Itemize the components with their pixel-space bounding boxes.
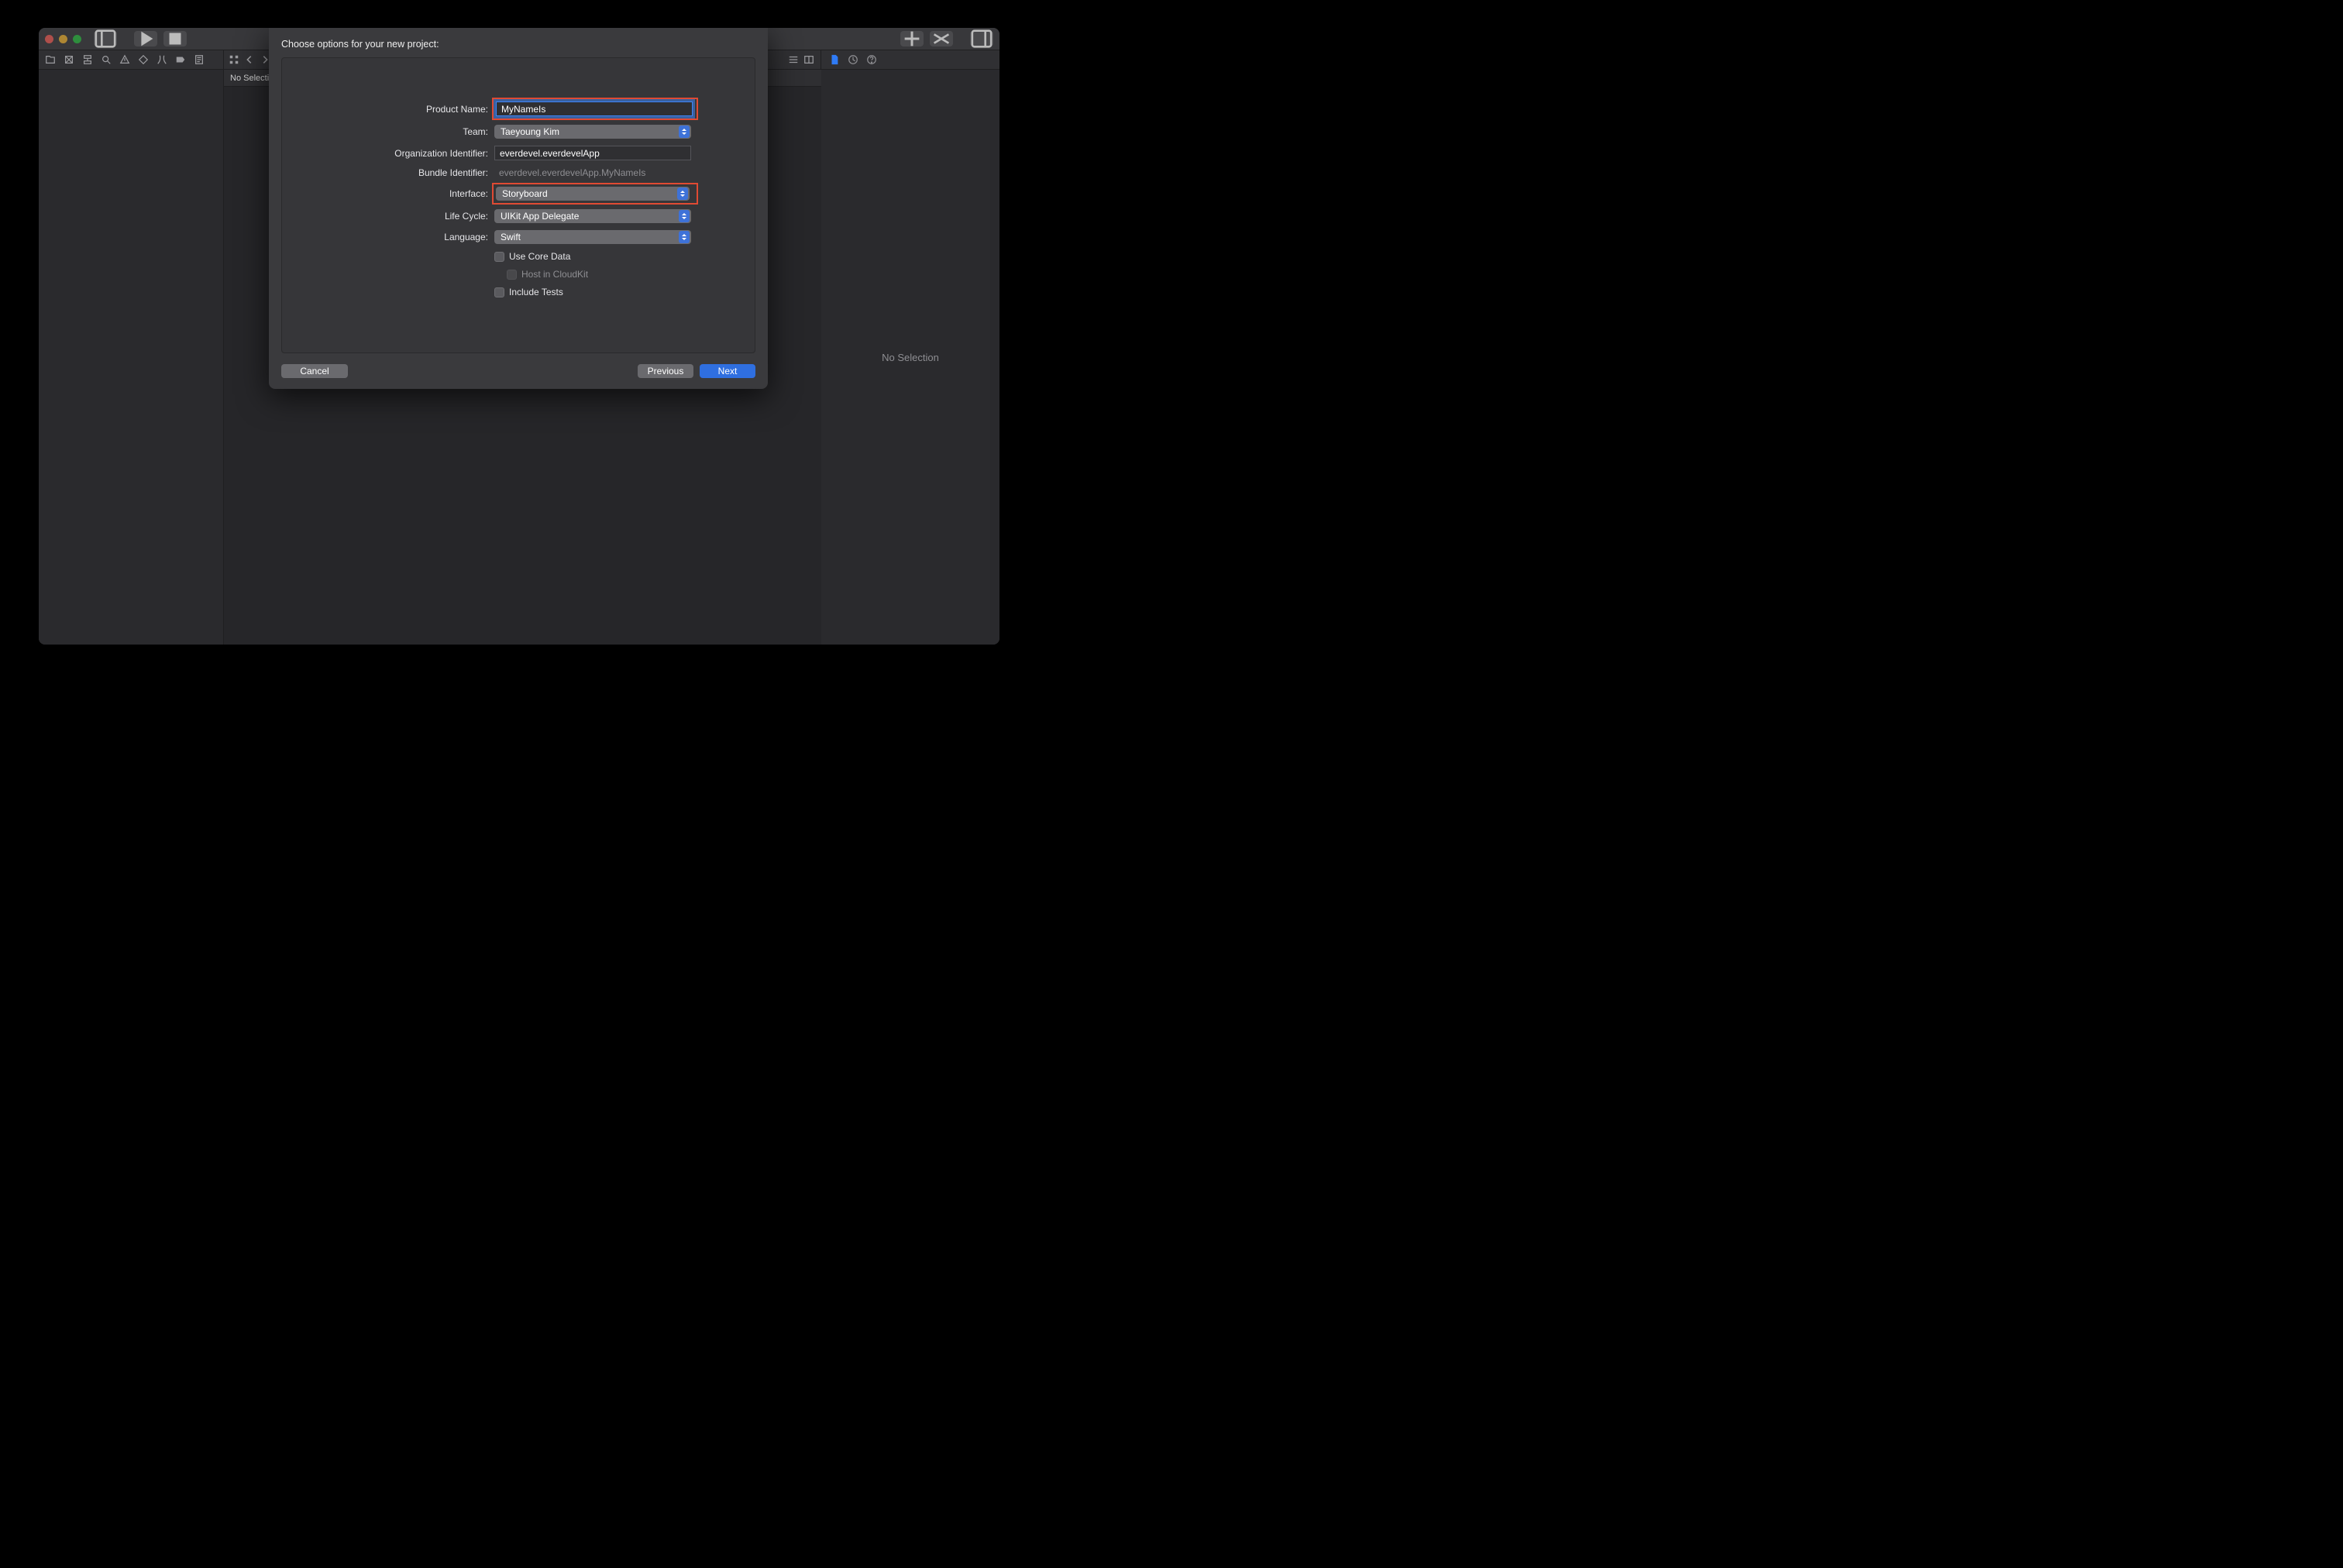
issue-navigator-icon[interactable]	[119, 54, 130, 65]
updown-arrows-icon	[679, 126, 690, 138]
interface-label: Interface:	[341, 188, 488, 199]
product-name-highlight	[494, 100, 696, 118]
new-project-sheet: Choose options for your new project: Pro…	[269, 28, 768, 389]
toggle-navigator-button[interactable]	[94, 31, 117, 46]
include-tests-label: Include Tests	[509, 287, 563, 297]
close-window-button[interactable]	[45, 35, 53, 43]
test-navigator-icon[interactable]	[138, 54, 149, 65]
sheet-title: Choose options for your new project:	[281, 39, 755, 50]
updown-arrows-icon	[677, 187, 688, 200]
inspector-placeholder-text: No Selection	[882, 352, 939, 363]
symbol-navigator-icon[interactable]	[82, 54, 93, 65]
team-select[interactable]: Taeyoung Kim	[494, 125, 691, 139]
interface-highlight: Storyboard	[494, 185, 696, 202]
report-navigator-icon[interactable]	[194, 54, 205, 65]
language-label: Language:	[341, 232, 488, 242]
minimize-window-button[interactable]	[59, 35, 67, 43]
bundle-identifier-value: everdevel.everdevelApp.MyNameIs	[494, 167, 696, 178]
updown-arrows-icon	[679, 210, 690, 222]
bundle-identifier-label: Bundle Identifier:	[341, 167, 488, 178]
project-navigator-icon[interactable]	[45, 54, 56, 65]
updown-arrows-icon	[679, 231, 690, 243]
run-button[interactable]	[134, 31, 157, 46]
host-cloudkit-label: Host in CloudKit	[521, 269, 588, 280]
org-identifier-input[interactable]	[494, 146, 691, 160]
file-inspector-icon[interactable]	[829, 54, 840, 65]
product-name-label: Product Name:	[341, 104, 488, 115]
breakpoint-navigator-icon[interactable]	[175, 54, 186, 65]
language-select[interactable]: Swift	[494, 230, 691, 244]
project-options-form: Product Name: Team: Taeyoung Kim Organiz…	[341, 100, 696, 297]
stop-button[interactable]	[163, 31, 187, 46]
use-core-data-row[interactable]: Use Core Data	[494, 251, 696, 262]
debug-navigator-icon[interactable]	[157, 54, 167, 65]
cancel-button[interactable]: Cancel	[281, 364, 348, 378]
use-core-data-checkbox[interactable]	[494, 252, 504, 262]
language-select-value: Swift	[501, 232, 521, 242]
navigator-tabs	[39, 50, 224, 69]
life-cycle-select-value: UIKit App Delegate	[501, 211, 579, 222]
use-core-data-label: Use Core Data	[509, 251, 570, 262]
interface-select[interactable]: Storyboard	[496, 187, 690, 201]
code-review-button[interactable]	[930, 31, 953, 46]
team-select-value: Taeyoung Kim	[501, 126, 559, 137]
adjust-editor-icon[interactable]	[803, 54, 814, 65]
navigator-panel	[39, 70, 224, 645]
related-items-icon[interactable]	[229, 54, 239, 65]
history-inspector-icon[interactable]	[848, 54, 858, 65]
life-cycle-label: Life Cycle:	[341, 211, 488, 222]
zoom-window-button[interactable]	[73, 35, 81, 43]
interface-select-value: Storyboard	[502, 188, 548, 199]
library-button[interactable]	[900, 31, 924, 46]
source-control-icon[interactable]	[64, 54, 74, 65]
sheet-body: Product Name: Team: Taeyoung Kim Organiz…	[281, 57, 755, 353]
host-cloudkit-checkbox	[507, 270, 517, 280]
traffic-lights	[45, 35, 81, 43]
include-tests-checkbox[interactable]	[494, 287, 504, 297]
inspector-tabs	[821, 50, 999, 69]
host-cloudkit-row: Host in CloudKit	[507, 269, 696, 280]
life-cycle-select[interactable]: UIKit App Delegate	[494, 209, 691, 223]
inspector-panel: No Selection	[821, 70, 999, 645]
help-inspector-icon[interactable]	[866, 54, 877, 65]
next-button[interactable]: Next	[700, 364, 755, 378]
include-tests-row[interactable]: Include Tests	[494, 287, 696, 297]
team-label: Team:	[341, 126, 488, 137]
org-identifier-label: Organization Identifier:	[341, 148, 488, 159]
product-name-input[interactable]	[496, 101, 693, 116]
toggle-inspector-button[interactable]	[970, 31, 993, 46]
sheet-buttons: Cancel Previous Next	[281, 364, 755, 378]
editor-options-icon[interactable]	[788, 54, 799, 65]
back-icon[interactable]	[244, 54, 255, 65]
find-navigator-icon[interactable]	[101, 54, 112, 65]
xcode-window: No Selection No Selection Choose options…	[39, 28, 999, 645]
previous-button[interactable]: Previous	[638, 364, 693, 378]
